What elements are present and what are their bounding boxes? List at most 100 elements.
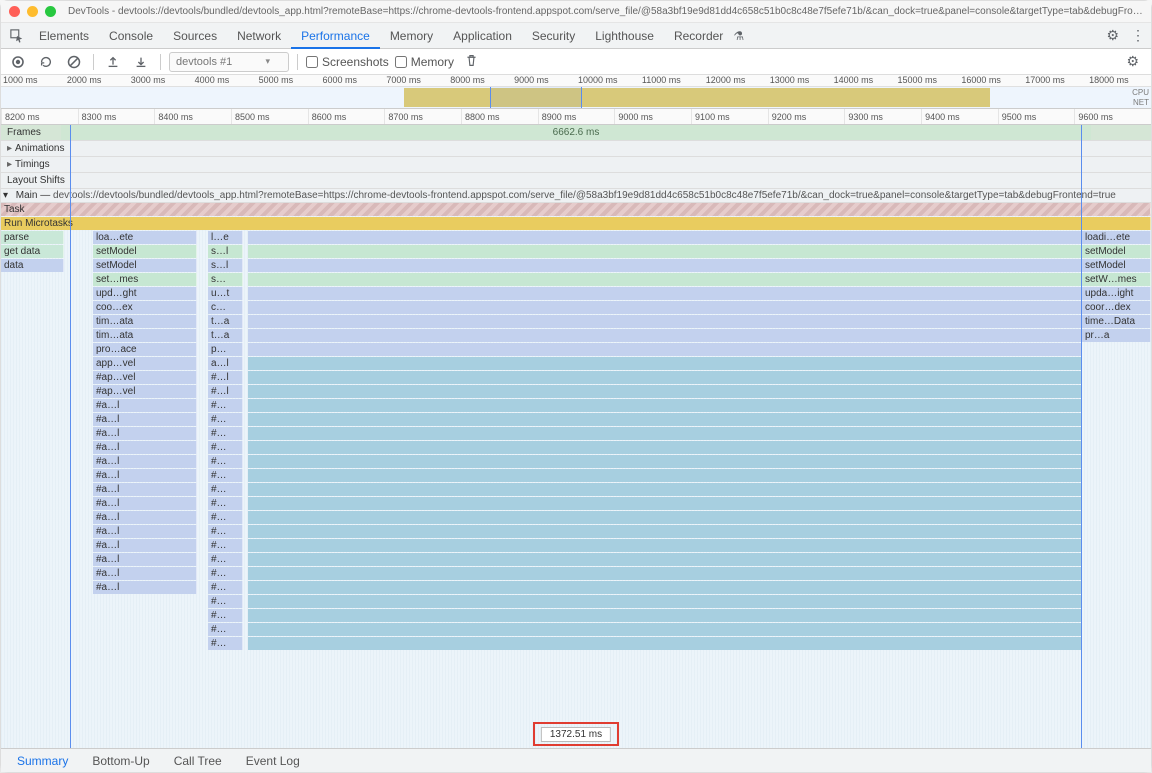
flame-label-col1[interactable]: pro…ace <box>93 343 197 356</box>
flame-label-col2[interactable]: #… <box>208 441 243 454</box>
flame-label-col2[interactable]: #… <box>208 595 243 608</box>
flame-label-col2[interactable]: l…e <box>208 231 243 244</box>
flame-right-label[interactable]: upda…ight <box>1082 287 1151 300</box>
flame-span[interactable] <box>248 273 1082 286</box>
flame-span[interactable] <box>248 231 1082 244</box>
tab-elements[interactable]: Elements <box>29 23 99 49</box>
flame-label-col1[interactable]: #a…l <box>93 483 197 496</box>
flame-label-col2[interactable]: #… <box>208 511 243 524</box>
flame-label-col1[interactable]: #a…l <box>93 399 197 412</box>
flame-label-col2[interactable]: #… <box>208 609 243 622</box>
main-track-header[interactable]: ▾ Main — devtools://devtools/bundled/dev… <box>1 189 1151 203</box>
details-tab-bottom-up[interactable]: Bottom-Up <box>80 749 161 773</box>
flame-span[interactable] <box>248 357 1082 370</box>
flame-label-col1[interactable]: #a…l <box>93 581 197 594</box>
flame-right-label[interactable]: coor…dex <box>1082 301 1151 314</box>
tab-security[interactable]: Security <box>522 23 585 49</box>
flame-label-col2[interactable]: #… <box>208 483 243 496</box>
flame-label-col1[interactable]: #a…l <box>93 511 197 524</box>
flame-label-col2[interactable]: #… <box>208 427 243 440</box>
flame-label-col1[interactable]: coo…ex <box>93 301 197 314</box>
flame-span[interactable] <box>248 497 1082 510</box>
flame-span[interactable] <box>248 245 1082 258</box>
flame-label-col2[interactable]: c… <box>208 301 243 314</box>
flame-span[interactable] <box>248 371 1082 384</box>
load-profile-button[interactable] <box>102 51 124 73</box>
overview-timeline[interactable]: 1000 ms2000 ms3000 ms4000 ms5000 ms6000 … <box>1 75 1151 109</box>
save-profile-button[interactable] <box>130 51 152 73</box>
flame-span[interactable] <box>248 399 1082 412</box>
tab-sources[interactable]: Sources <box>163 23 227 49</box>
flame-right-label[interactable]: setModel <box>1082 259 1151 272</box>
flame-label-col2[interactable]: #… <box>208 469 243 482</box>
tab-application[interactable]: Application <box>443 23 522 49</box>
range-end-marker[interactable] <box>1081 125 1082 748</box>
more-menu-icon[interactable]: ⋮ <box>1131 27 1145 44</box>
flame-label-col1[interactable]: #a…l <box>93 413 197 426</box>
flame-span[interactable] <box>248 609 1082 622</box>
flame-label-col1[interactable]: #a…l <box>93 455 197 468</box>
flame-label-col2[interactable]: t…a <box>208 315 243 328</box>
flame-span[interactable] <box>248 525 1082 538</box>
tab-memory[interactable]: Memory <box>380 23 443 49</box>
flame-label-col1[interactable]: loa…ete <box>93 231 197 244</box>
flame-label-col1[interactable]: upd…ght <box>93 287 197 300</box>
flame-label-col2[interactable]: #… <box>208 455 243 468</box>
flame-label-col2[interactable]: #… <box>208 497 243 510</box>
flame-span[interactable] <box>248 427 1082 440</box>
tab-console[interactable]: Console <box>99 23 163 49</box>
flame-label-col2[interactable]: #… <box>208 623 243 636</box>
flame-label-col2[interactable]: #… <box>208 399 243 412</box>
screenshots-checkbox[interactable]: Screenshots <box>306 55 389 69</box>
flame-span[interactable] <box>248 455 1082 468</box>
trash-icon[interactable] <box>460 54 482 70</box>
flame-label-col2[interactable]: #… <box>208 413 243 426</box>
flame-right-label[interactable]: setW…mes <box>1082 273 1151 286</box>
flame-right-label[interactable]: pr…a <box>1082 329 1151 342</box>
inspect-element-icon[interactable] <box>5 24 29 48</box>
memory-checkbox[interactable]: Memory <box>395 55 454 69</box>
flame-label-col2[interactable]: p… <box>208 343 243 356</box>
flame-label-col0[interactable]: get data <box>1 245 64 258</box>
flame-span[interactable] <box>248 329 1082 342</box>
overview-selection[interactable] <box>490 87 582 108</box>
flame-span[interactable] <box>248 259 1082 272</box>
flame-label-col1[interactable]: tim…ata <box>93 315 197 328</box>
zoom-window-button[interactable] <box>45 6 56 17</box>
animations-track[interactable]: ▸Animations <box>1 141 1151 157</box>
flame-label-col2[interactable]: #… <box>208 567 243 580</box>
flame-label-col2[interactable]: t…a <box>208 329 243 342</box>
details-tab-call-tree[interactable]: Call Tree <box>162 749 234 773</box>
flame-span[interactable] <box>248 469 1082 482</box>
flame-label-col1[interactable]: #a…l <box>93 567 197 580</box>
layout-shifts-track[interactable]: Layout Shifts <box>1 173 1151 189</box>
flame-label-col1[interactable]: #a…l <box>93 525 197 538</box>
minimize-window-button[interactable] <box>27 6 38 17</box>
flame-label-col0[interactable]: parse <box>1 231 64 244</box>
flame-label-col1[interactable]: #a…l <box>93 427 197 440</box>
capture-settings-gear-icon[interactable]: ⚙ <box>1126 53 1139 70</box>
flame-label-col1[interactable]: #a…l <box>93 469 197 482</box>
flame-label-col2[interactable]: a…l <box>208 357 243 370</box>
clear-button[interactable] <box>63 51 85 73</box>
flame-label-col2[interactable]: #… <box>208 637 243 650</box>
close-window-button[interactable] <box>9 6 20 17</box>
flame-span[interactable] <box>248 385 1082 398</box>
task-bar[interactable]: Task <box>1 203 1151 216</box>
flame-label-col2[interactable]: s…l <box>208 245 243 258</box>
timings-track[interactable]: ▸Timings <box>1 157 1151 173</box>
flame-label-col1[interactable]: #ap…vel <box>93 385 197 398</box>
flame-right-label[interactable]: setModel <box>1082 245 1151 258</box>
range-start-marker[interactable] <box>70 125 71 748</box>
overview-body[interactable]: CPU NET <box>1 87 1151 108</box>
session-select[interactable]: devtools #1 ▾ <box>169 52 289 72</box>
flame-span[interactable] <box>248 287 1082 300</box>
flame-span[interactable] <box>248 315 1082 328</box>
flame-label-col2[interactable]: s…l <box>208 259 243 272</box>
flame-span[interactable] <box>248 511 1082 524</box>
flame-label-col1[interactable]: setModel <box>93 245 197 258</box>
flame-span[interactable] <box>248 637 1082 650</box>
flame-label-col1[interactable]: app…vel <box>93 357 197 370</box>
microtasks-bar[interactable]: Run Microtasks <box>1 217 1151 230</box>
flame-right-label[interactable]: time…Data <box>1082 315 1151 328</box>
